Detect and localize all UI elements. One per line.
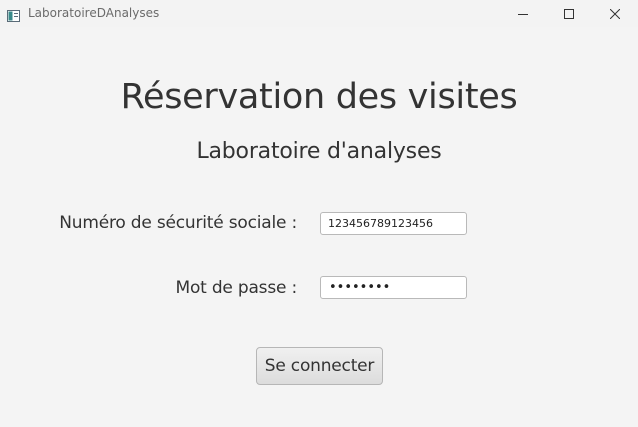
connect-button[interactable]: Se connecter <box>256 347 383 385</box>
java-app-icon <box>7 7 20 22</box>
nss-label: Numéro de sécurité sociale : <box>59 213 297 233</box>
password-masked-value: •••••••• <box>329 280 391 295</box>
app-window: LaboratoireDAnalyses Réservation des vis… <box>0 0 638 427</box>
minimize-button[interactable] <box>500 0 546 27</box>
close-button[interactable] <box>592 0 638 27</box>
page-subtitle: Laboratoire d'analyses <box>196 139 442 164</box>
close-icon <box>610 8 620 19</box>
nss-input[interactable]: 123456789123456 <box>320 212 467 235</box>
login-panel: Réservation des visites Laboratoire d'an… <box>0 27 638 427</box>
password-label: Mot de passe : <box>175 278 297 298</box>
window-title: LaboratoireDAnalyses <box>28 6 160 20</box>
minimize-icon <box>518 9 528 19</box>
page-title: Réservation des visites <box>120 77 518 117</box>
maximize-icon <box>564 8 574 19</box>
password-input[interactable]: •••••••• <box>320 276 467 299</box>
title-bar[interactable]: LaboratoireDAnalyses <box>0 0 638 27</box>
maximize-button[interactable] <box>546 0 592 27</box>
